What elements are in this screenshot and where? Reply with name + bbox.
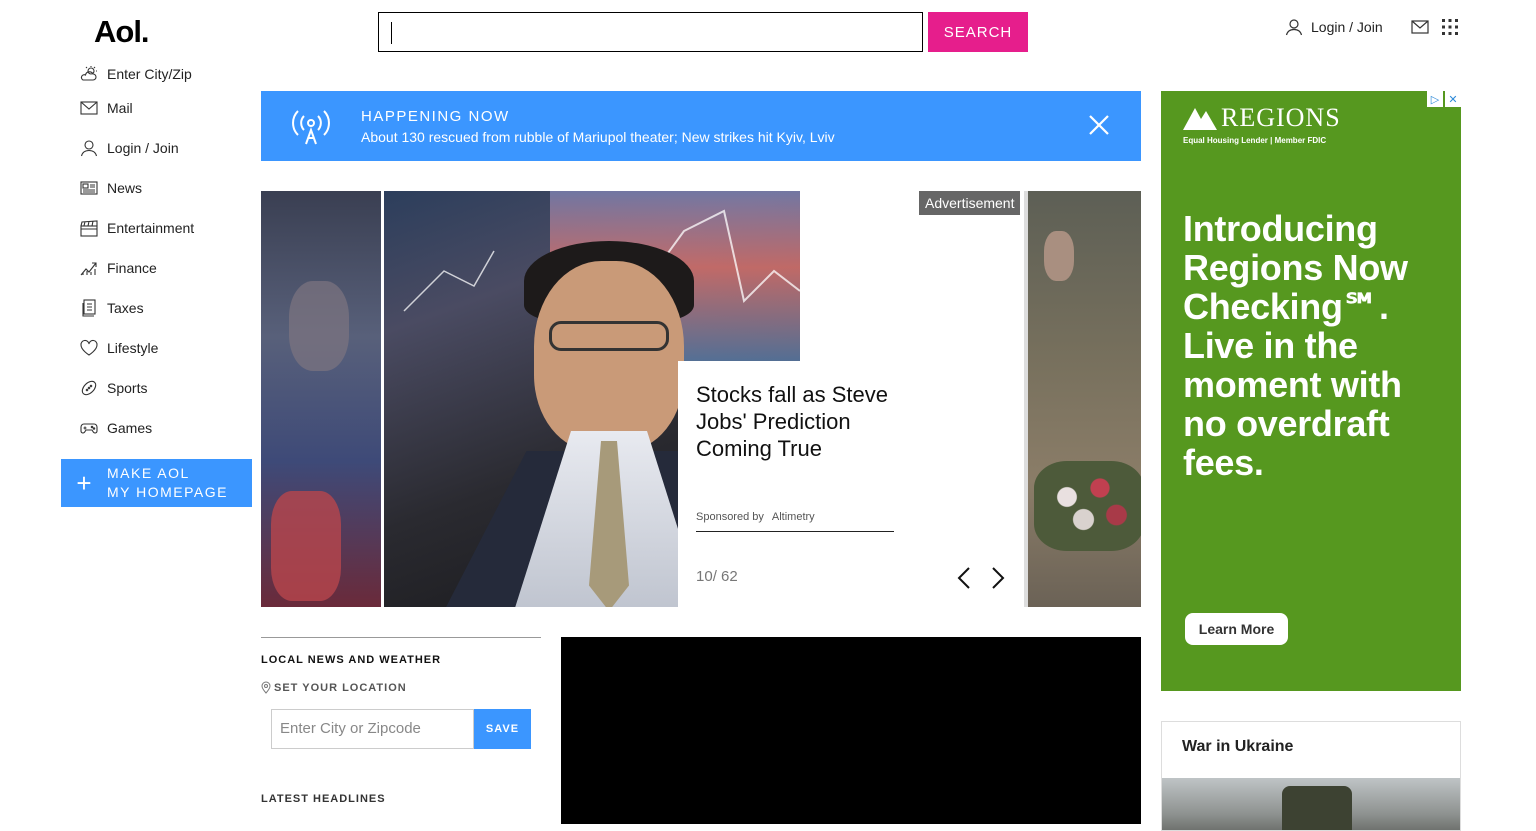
set-location-label: SET YOUR LOCATION xyxy=(274,681,407,694)
slide-counter: 10/ 62 xyxy=(696,568,738,585)
local-news-module: LOCAL NEWS AND WEATHER SET YOUR LOCATION… xyxy=(261,637,541,805)
sidebar-item-label: Finance xyxy=(107,260,157,276)
search-input[interactable] xyxy=(378,12,923,52)
save-button[interactable]: SAVE xyxy=(474,709,531,749)
chart-icon xyxy=(80,262,97,276)
header-login-link[interactable]: Login / Join xyxy=(1285,18,1383,36)
sidebar-item-label: Sports xyxy=(107,380,148,396)
apps-grid-icon[interactable] xyxy=(1441,18,1459,36)
sidebar-item-login[interactable]: Login / Join xyxy=(80,128,252,168)
sidebar-item-weather[interactable]: Enter City/Zip xyxy=(80,60,252,88)
ad-brand: REGIONS xyxy=(1221,103,1341,132)
sidebar-nav: Enter City/Zip Mail Login / Join News En… xyxy=(80,60,252,448)
sponsor-line: Sponsored by Altimetry xyxy=(696,511,894,532)
plus-icon: + xyxy=(76,467,92,498)
user-icon xyxy=(1285,19,1303,36)
happening-now-banner[interactable]: HAPPENING NOW About 130 rescued from rub… xyxy=(261,91,1141,161)
mail-icon xyxy=(80,101,98,115)
mail-icon[interactable] xyxy=(1411,20,1429,34)
local-heading: LOCAL NEWS AND WEATHER xyxy=(261,654,442,666)
ad-copy: Introducing Regions Now Checking℠. Live … xyxy=(1183,208,1408,483)
adchoices[interactable]: ▷ ✕ xyxy=(1427,91,1461,107)
regions-logo: REGIONS xyxy=(1183,103,1341,133)
chevron-left-icon[interactable] xyxy=(957,566,971,595)
aol-logo[interactable]: Aol. xyxy=(94,14,150,50)
slide-headline[interactable]: Stocks fall as Steve Jobs' Prediction Co… xyxy=(696,381,896,462)
news-carousel: Stocks fall as Steve Jobs' Prediction Co… xyxy=(261,191,1141,607)
homepage-line1: MAKE AOL xyxy=(107,465,190,481)
search-button[interactable]: SEARCH xyxy=(928,12,1028,52)
previous-slide-image[interactable] xyxy=(261,191,381,607)
regions-pyramid-icon xyxy=(1183,108,1217,130)
sidebar-item-label: Lifestyle xyxy=(107,340,159,356)
chevron-right-icon[interactable] xyxy=(991,566,1005,595)
slide-caption-card: Stocks fall as Steve Jobs' Prediction Co… xyxy=(678,361,908,607)
sidebar-item-sports[interactable]: Sports xyxy=(80,368,252,408)
sidebar-item-label: Enter City/Zip xyxy=(107,66,192,82)
learn-more-button[interactable]: Learn More xyxy=(1185,613,1288,645)
sidebar-item-lifestyle[interactable]: Lifestyle xyxy=(80,328,252,368)
clapper-icon xyxy=(80,220,98,237)
gamepad-icon xyxy=(80,423,98,434)
broadcast-icon xyxy=(261,106,361,146)
heart-icon xyxy=(80,339,98,356)
header-account-area: Login / Join xyxy=(1285,18,1459,36)
sponsor-name[interactable]: Altimetry xyxy=(772,511,815,523)
war-in-ukraine-module[interactable]: War in Ukraine xyxy=(1161,721,1461,831)
close-icon[interactable] xyxy=(1087,113,1111,142)
set-location-link[interactable]: SET YOUR LOCATION xyxy=(261,681,541,694)
video-player[interactable] xyxy=(561,637,1141,824)
slide-index: 10 xyxy=(696,568,713,585)
sidebar-item-label: News xyxy=(107,180,143,196)
slide-total: / 62 xyxy=(712,568,738,585)
sidebar-item-label: Games xyxy=(107,420,153,436)
weather-icon xyxy=(80,66,97,81)
sidebar-item-mail[interactable]: Mail xyxy=(80,88,252,128)
news-icon xyxy=(80,181,98,195)
latest-headlines-heading: LATEST HEADLINES xyxy=(261,793,386,805)
sidebar-item-label: Mail xyxy=(107,100,133,116)
sidebar-item-label: Taxes xyxy=(107,300,144,316)
document-icon xyxy=(82,299,96,317)
sidebar-item-label: Entertainment xyxy=(107,220,195,236)
sidebar-item-entertainment[interactable]: Entertainment xyxy=(80,208,252,248)
sidebar-item-taxes[interactable]: Taxes xyxy=(80,288,252,328)
regions-ad[interactable]: ▷ ✕ REGIONS Equal Housing Lender | Membe… xyxy=(1161,91,1461,691)
next-slide-image[interactable] xyxy=(1024,191,1141,607)
zipcode-input[interactable]: Enter City or Zipcode xyxy=(271,709,474,749)
module-image[interactable] xyxy=(1162,778,1460,830)
ad-fdic: Equal Housing Lender | Member FDIC xyxy=(1183,136,1327,145)
user-icon xyxy=(80,140,98,157)
sidebar-item-games[interactable]: Games xyxy=(80,408,252,448)
sidebar-item-news[interactable]: News xyxy=(80,168,252,208)
location-pin-icon xyxy=(261,681,271,694)
module-title[interactable]: War in Ukraine xyxy=(1182,738,1293,756)
adchoices-icon[interactable]: ▷ xyxy=(1427,91,1443,107)
banner-text[interactable]: About 130 rescued from rubble of Mariupo… xyxy=(361,129,835,145)
advertisement-label: Advertisement xyxy=(919,191,1021,215)
make-homepage-button[interactable]: + MAKE AOL MY HOMEPAGE xyxy=(61,459,252,507)
sidebar-item-label: Login / Join xyxy=(107,140,179,156)
sidebar-item-finance[interactable]: Finance xyxy=(80,248,252,288)
close-ad-icon[interactable]: ✕ xyxy=(1445,91,1461,107)
banner-title: HAPPENING NOW xyxy=(361,107,510,125)
sponsored-by-label: Sponsored by xyxy=(696,511,764,523)
football-icon xyxy=(81,380,97,396)
homepage-line2: MY HOMEPAGE xyxy=(107,484,229,500)
header-login-label: Login / Join xyxy=(1311,19,1383,35)
text-caret xyxy=(391,22,392,44)
